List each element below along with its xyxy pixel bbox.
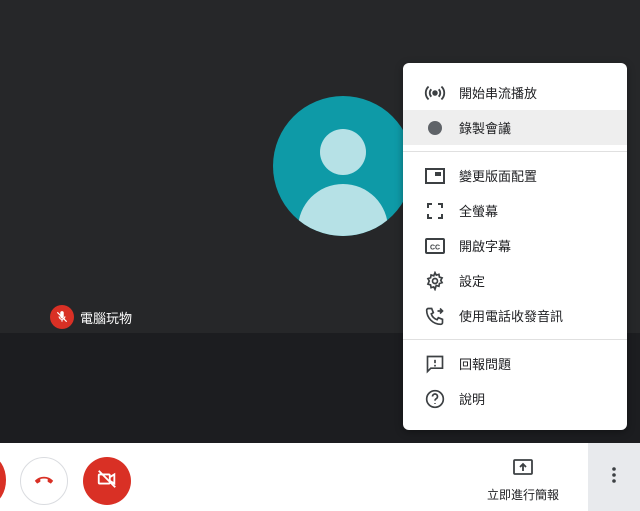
menu-item-label: 設定 [459, 274, 486, 289]
gear-icon [423, 269, 447, 293]
avatar-head [320, 129, 366, 175]
menu-item-label: 全螢幕 [459, 204, 499, 219]
call-controls-bar: 立即進行簡報 [0, 443, 640, 511]
camera-toggle-button[interactable] [83, 457, 131, 505]
menu-item-label: 回報問題 [459, 357, 512, 372]
menu-item-label: 開始串流播放 [459, 86, 538, 101]
menu-item-label: 錄製會議 [459, 121, 512, 136]
menu-divider [403, 339, 627, 340]
captions-icon: CC [423, 234, 447, 258]
menu-item-phone-audio[interactable]: 使用電話收發音訊 [403, 298, 627, 333]
camera-off-icon [96, 468, 118, 495]
menu-item-captions[interactable]: CC 開啟字幕 [403, 228, 627, 263]
present-now-button[interactable]: 立即進行簡報 [478, 459, 568, 503]
participant-avatar [273, 96, 413, 236]
menu-item-label: 變更版面配置 [459, 169, 538, 184]
more-vert-icon [611, 466, 617, 489]
mic-toggle-button[interactable] [0, 457, 6, 503]
menu-item-label: 開啟字幕 [459, 239, 512, 254]
present-now-label: 立即進行簡報 [486, 488, 559, 502]
fullscreen-icon [423, 199, 447, 223]
present-icon [513, 459, 533, 480]
more-options-menu: 開始串流播放 錄製會議 變更版面配置 全螢幕 CC 開啟字幕 設定 使用電話收發… [403, 63, 627, 430]
menu-item-help[interactable]: 說明 [403, 381, 627, 416]
feedback-icon [423, 352, 447, 376]
broadcast-icon [423, 81, 447, 105]
hang-up-icon [33, 472, 55, 490]
menu-item-settings[interactable]: 設定 [403, 263, 627, 298]
layout-icon [423, 164, 447, 188]
svg-text:CC: CC [430, 244, 440, 251]
participant-name-tag: 電腦玩物 [50, 305, 132, 329]
participant-name: 電腦玩物 [80, 310, 133, 326]
menu-item-fullscreen[interactable]: 全螢幕 [403, 193, 627, 228]
more-options-button[interactable] [588, 443, 640, 511]
menu-divider [403, 151, 627, 152]
mic-off-icon [50, 305, 74, 329]
record-icon [423, 116, 447, 140]
menu-item-start-streaming[interactable]: 開始串流播放 [403, 75, 627, 110]
menu-item-report-problem[interactable]: 回報問題 [403, 346, 627, 381]
menu-item-label: 說明 [459, 392, 486, 407]
hang-up-button[interactable] [20, 457, 68, 505]
menu-item-record-meeting[interactable]: 錄製會議 [403, 110, 627, 145]
avatar-body [298, 184, 388, 236]
menu-item-label: 使用電話收發音訊 [459, 309, 564, 324]
help-icon [423, 387, 447, 411]
menu-item-change-layout[interactable]: 變更版面配置 [403, 158, 627, 193]
phone-forward-icon [423, 304, 447, 328]
